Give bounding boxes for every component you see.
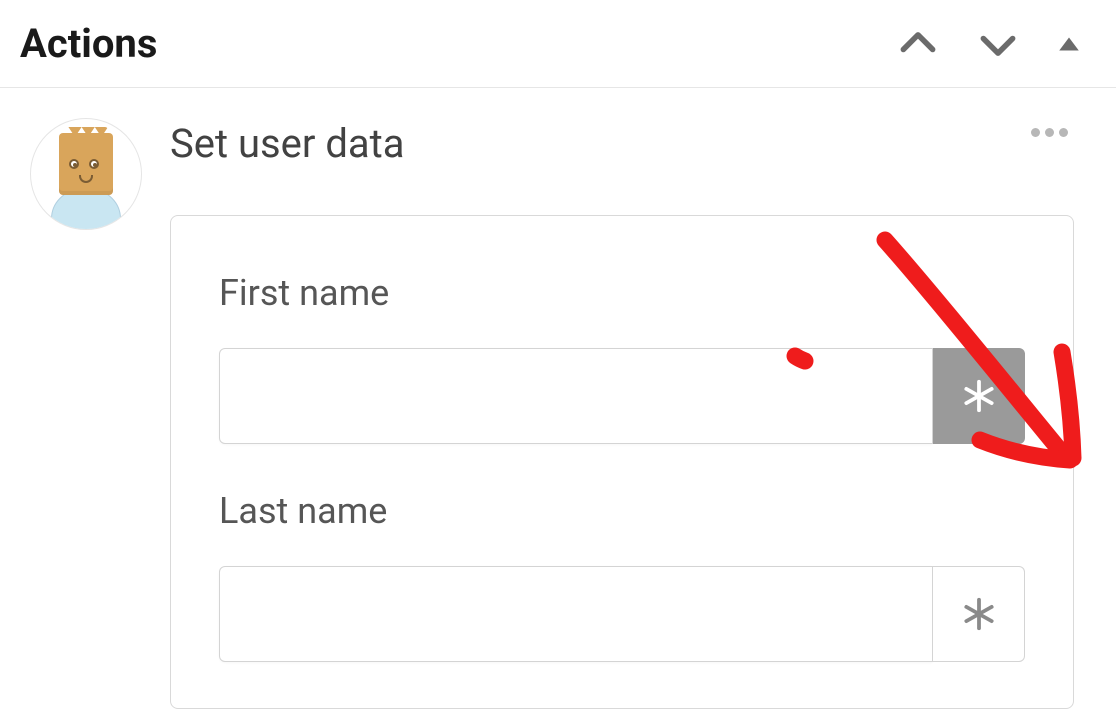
panel-header: Actions — [0, 0, 1116, 88]
field-last-name: Last name — [219, 490, 1025, 662]
action-title: Set user data — [170, 120, 1096, 167]
field-first-name: First name — [219, 272, 1025, 444]
dot-icon — [1031, 128, 1040, 137]
chevron-up-icon — [896, 22, 940, 66]
asterisk-icon — [960, 377, 998, 415]
input-row — [219, 348, 1025, 444]
move-down-button[interactable] — [972, 18, 1024, 70]
input-row — [219, 566, 1025, 662]
move-up-button[interactable] — [892, 18, 944, 70]
collapse-button[interactable] — [1052, 27, 1086, 61]
field-label: Last name — [219, 490, 1025, 532]
user-avatar — [30, 118, 142, 230]
action-main: Set user data First name — [170, 118, 1096, 709]
header-controls — [892, 18, 1096, 70]
chevron-down-icon — [976, 22, 1020, 66]
dot-icon — [1059, 128, 1068, 137]
triangle-up-icon — [1056, 31, 1082, 57]
dot-icon — [1045, 128, 1054, 137]
panel-title: Actions — [20, 20, 157, 67]
avatar-column — [30, 118, 170, 709]
insert-variable-button[interactable] — [933, 348, 1025, 444]
asterisk-icon — [960, 595, 998, 633]
action-block: Set user data First name — [0, 88, 1116, 709]
insert-variable-button[interactable] — [933, 566, 1025, 662]
field-label: First name — [219, 272, 1025, 314]
last-name-input[interactable] — [219, 566, 933, 662]
more-options-button[interactable] — [1025, 122, 1074, 143]
form-card: First name Last name — [170, 215, 1074, 709]
first-name-input[interactable] — [219, 348, 933, 444]
